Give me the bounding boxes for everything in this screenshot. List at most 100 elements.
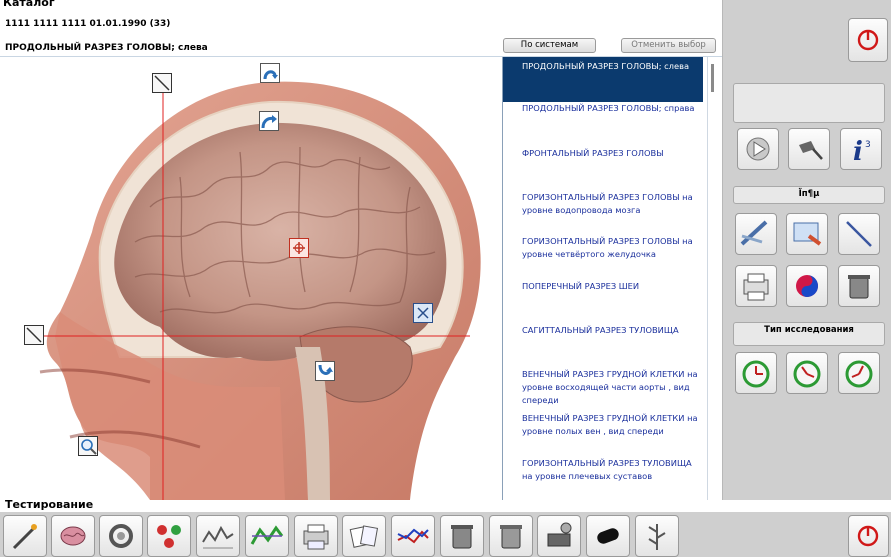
anatomy-point-icon[interactable] xyxy=(289,238,309,258)
wand-icon xyxy=(12,524,37,550)
list-item[interactable]: ПРОДОЛЬНЫЙ РАЗРЕЗ ГОЛОВЫ; слева xyxy=(503,57,703,102)
list-item-label: ПОПЕРЕЧНЫЙ РАЗРЕЗ ШЕИ xyxy=(522,281,640,291)
list-scrollbar[interactable] xyxy=(707,57,722,500)
list-item-label: ПРОДОЛЬНЫЙ РАЗРЕЗ ГОЛОВЫ; слева xyxy=(522,61,690,71)
toolbar-button-cup[interactable] xyxy=(440,515,484,557)
brain-icon xyxy=(60,526,86,546)
list-item[interactable]: ВЕНЕЧНЫЙ РАЗРЕЗ ГРУДНОЙ КЛЕТКИ на уровне… xyxy=(503,412,703,438)
by-systems-button[interactable]: По системам xyxy=(503,38,596,53)
print-tool-button[interactable] xyxy=(735,265,777,307)
toolbar-button-cup-2[interactable] xyxy=(489,515,533,557)
list-item-label: ГОРИЗОНТАЛЬНЫЙ РАЗРЕЗ ГОЛОВЫ на уровне в… xyxy=(522,192,693,215)
toolbar-button-cards[interactable] xyxy=(342,515,386,557)
list-item-label: ВЕНЕЧНЫЙ РАЗРЕЗ ГРУДНОЙ КЛЕТКИ на уровне… xyxy=(522,369,698,405)
list-item[interactable]: ГОРИЗОНТАЛЬНЫЙ РАЗРЕЗ ГОЛОВЫ на уровне в… xyxy=(503,191,703,217)
info-button[interactable]: i3 xyxy=(840,128,882,170)
testing-label: Тестирование xyxy=(5,498,94,511)
print-icon xyxy=(743,273,769,301)
probe-button[interactable] xyxy=(788,128,830,170)
toolbar-button-brain[interactable] xyxy=(51,515,95,557)
cards-icon xyxy=(349,525,379,548)
play-icon xyxy=(746,137,770,161)
toolbar-button-wave-graph[interactable] xyxy=(196,515,240,557)
container-button[interactable] xyxy=(838,265,880,307)
list-item-label: ВЕНЕЧНЫЙ РАЗРЕЗ ГРУДНОЙ КЛЕТКИ на уровне… xyxy=(522,413,698,436)
current-view-name: ПРОДОЛЬНЫЙ РАЗРЕЗ ГОЛОВЫ; слева xyxy=(5,43,208,53)
power-icon xyxy=(857,29,879,51)
device-icon xyxy=(547,522,572,547)
toolbar-button-scanner[interactable] xyxy=(99,515,143,557)
cup-icon xyxy=(848,275,870,299)
list-item[interactable]: ГОРИЗОНТАЛЬНЫЙ РАЗРЕЗ ГОЛОВЫ на уровне ч… xyxy=(503,235,703,261)
needle-tool-button[interactable] xyxy=(838,213,880,255)
bottom-power-button[interactable] xyxy=(848,515,889,557)
head-section-image xyxy=(33,81,481,500)
horizontal-slice-handle-icon[interactable] xyxy=(24,325,44,345)
list-item[interactable]: ПОПЕРЕЧНЫЙ РАЗРЕЗ ШЕИ xyxy=(503,280,703,293)
power-button[interactable] xyxy=(848,18,888,62)
toolbar-button-capsule[interactable] xyxy=(586,515,630,557)
list-item[interactable]: ПРОДОЛЬНЫЙ РАЗРЕЗ ГОЛОВЫ; справа xyxy=(503,102,703,115)
toolbar-button-chart[interactable] xyxy=(245,515,289,557)
probe-icon xyxy=(799,141,823,160)
toolbar-button-organs[interactable] xyxy=(147,515,191,557)
study-type-2-button[interactable] xyxy=(786,352,828,394)
rotate-down-icon[interactable] xyxy=(315,361,335,381)
scrollbar-thumb[interactable] xyxy=(711,64,714,92)
organs-icon xyxy=(157,525,181,548)
clock-icon xyxy=(742,360,770,388)
rotate-up-icon[interactable] xyxy=(260,63,280,83)
list-item-label: ПРОДОЛЬНЫЙ РАЗРЕЗ ГОЛОВЫ; справа xyxy=(522,103,695,113)
section-label: Їп¶µ xyxy=(798,189,820,199)
page-title: Каталог xyxy=(3,0,55,9)
list-item-label: ФРОНТАЛЬНЫЙ РАЗРЕЗ ГОЛОВЫ xyxy=(522,148,664,158)
info-display xyxy=(733,83,885,123)
list-item[interactable]: САГИТТАЛЬНЫЙ РАЗРЕЗ ТУЛОВИЩА xyxy=(503,324,703,337)
chart-icon xyxy=(250,525,284,545)
power-icon xyxy=(857,525,879,547)
list-item[interactable]: ВЕНЕЧНЫЙ РАЗРЕЗ ГРУДНОЙ КЛЕТКИ на уровне… xyxy=(503,368,703,407)
toolbar-button-printer[interactable] xyxy=(294,515,338,557)
deselect-button[interactable]: Отменить выбор xyxy=(621,38,716,53)
toolbar-button-graph[interactable] xyxy=(391,515,435,557)
capsule-icon xyxy=(597,528,619,544)
cup-icon xyxy=(500,525,522,549)
section-list: ПРОДОЛЬНЫЙ РАЗРЕЗ ГОЛОВЫ; слева ПРОДОЛЬН… xyxy=(502,57,707,500)
draw-tool-button[interactable] xyxy=(735,213,777,255)
toolbar-button-wand[interactable] xyxy=(3,515,47,557)
study-type-label: Тип исследования xyxy=(764,325,854,335)
plant-icon xyxy=(648,524,666,550)
yin-yang-button[interactable] xyxy=(786,265,828,307)
toolbar-button-device[interactable] xyxy=(537,515,581,557)
list-item[interactable]: ФРОНТАЛЬНЫЙ РАЗРЕЗ ГОЛОВЫ xyxy=(503,147,703,160)
wave-graph-icon xyxy=(202,525,234,549)
toolbar-button-plant[interactable] xyxy=(635,515,679,557)
graph-icon xyxy=(397,528,429,544)
vertical-slice-handle-icon[interactable] xyxy=(152,73,172,93)
screen-tool-button[interactable] xyxy=(786,213,828,255)
play-button[interactable] xyxy=(737,128,779,170)
list-item-label: САГИТТАЛЬНЫЙ РАЗРЕЗ ТУЛОВИЩА xyxy=(522,325,679,335)
anatomy-viewer[interactable] xyxy=(0,57,502,500)
list-item[interactable]: ГОРИЗОНТАЛЬНЫЙ РАЗРЕЗ ТУЛОВИЩА на уровне… xyxy=(503,457,703,483)
magnifier-icon[interactable] xyxy=(78,436,98,456)
patient-info: 1111 1111 1111 01.01.1990 (33) xyxy=(5,19,171,29)
study-type-3-button[interactable] xyxy=(838,352,880,394)
screen-icon xyxy=(793,222,822,246)
pen-icon xyxy=(740,220,768,246)
study-type-1-button[interactable] xyxy=(735,352,777,394)
yin-yang-icon xyxy=(796,275,818,297)
clock-icon xyxy=(793,360,821,388)
clock-icon xyxy=(845,360,873,388)
needle-icon xyxy=(846,221,872,247)
printer-icon xyxy=(303,524,329,550)
spine-point-icon[interactable] xyxy=(413,303,433,323)
info-icon: i3 xyxy=(853,137,871,167)
svg-text:3: 3 xyxy=(865,140,871,150)
list-item-label: ГОРИЗОНТАЛЬНЫЙ РАЗРЕЗ ТУЛОВИЩА на уровне… xyxy=(522,458,692,481)
rotate-right-icon[interactable] xyxy=(259,111,279,131)
svg-text:i: i xyxy=(853,137,863,167)
scanner-icon xyxy=(109,524,133,548)
cup-icon xyxy=(451,525,473,549)
list-item-label: ГОРИЗОНТАЛЬНЫЙ РАЗРЕЗ ГОЛОВЫ на уровне ч… xyxy=(522,236,693,259)
